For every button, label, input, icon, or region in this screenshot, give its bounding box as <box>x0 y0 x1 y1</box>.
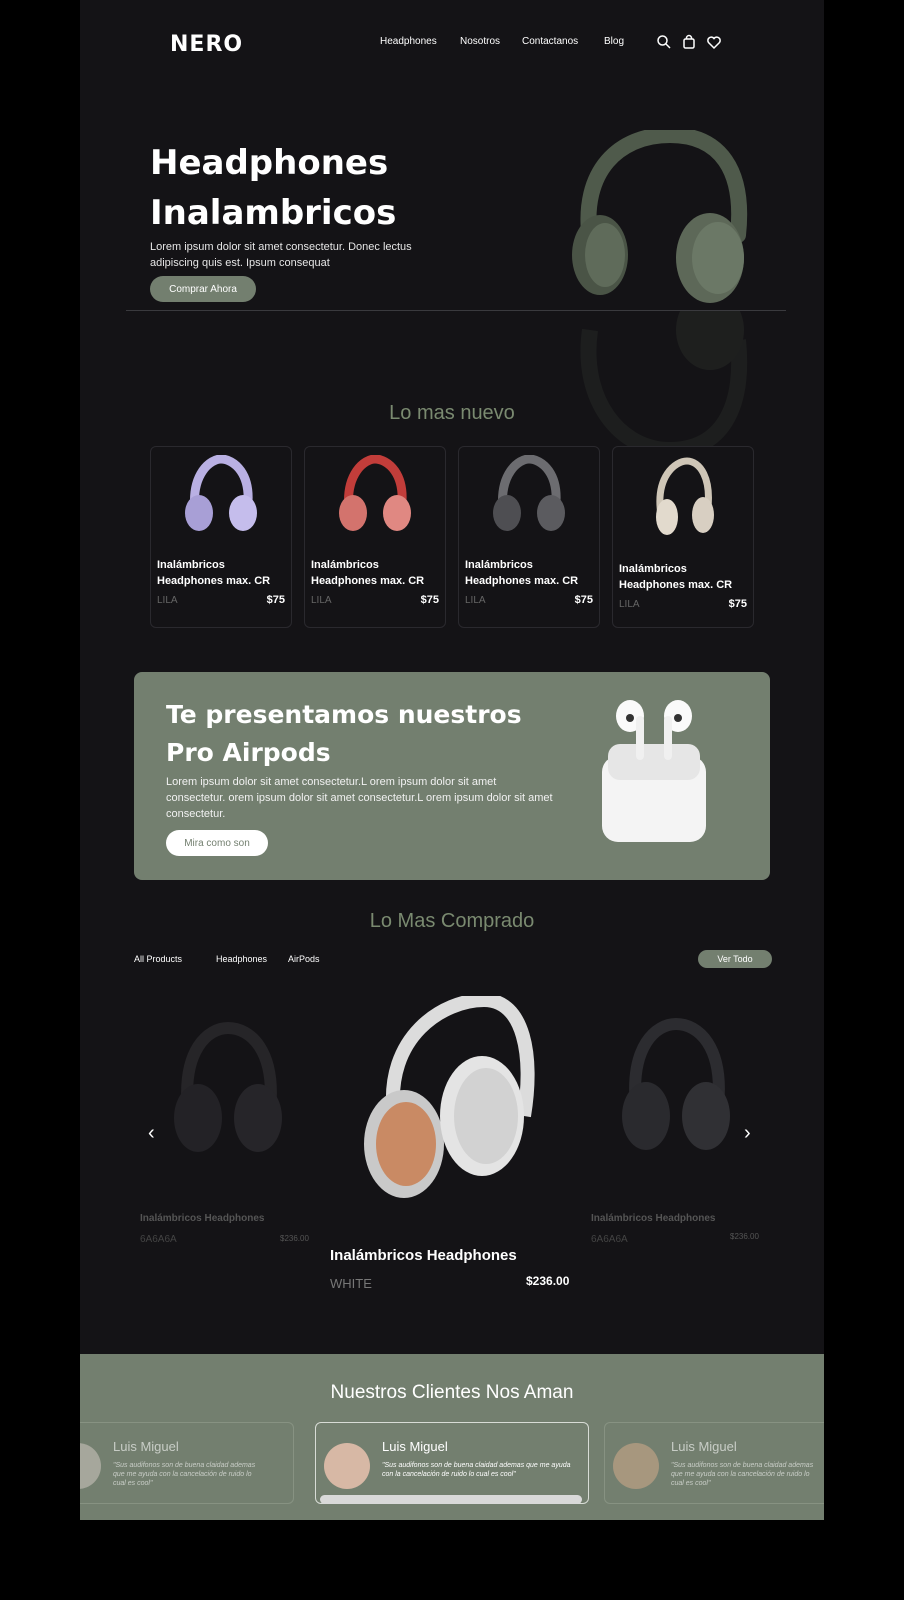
product-image <box>493 455 565 531</box>
hero-reflection <box>580 310 748 459</box>
hero-description: Lorem ipsum dolor sit amet consectetur. … <box>150 241 412 269</box>
testimonial-card-active[interactable]: Luis Miguel "Sus audifonos son de buena … <box>315 1422 589 1504</box>
carousel-item-center-image <box>364 996 535 1198</box>
carousel-item-left-price: $236.00 <box>280 1234 309 1243</box>
product-image <box>656 457 714 535</box>
product-color: LILA <box>311 595 332 606</box>
carousel-item-center-name: Inalámbricos Headphones <box>330 1247 517 1264</box>
carousel-item-center-price: $236.00 <box>526 1274 570 1288</box>
chevron-left-icon[interactable]: ‹ <box>148 1122 155 1145</box>
see-more-button[interactable]: Mira como son <box>166 830 268 856</box>
carousel-item-right-color: 6A6A6A <box>591 1234 628 1245</box>
buy-now-button[interactable]: Comprar Ahora <box>150 276 256 302</box>
heart-icon[interactable] <box>706 34 722 50</box>
nav-link-headphones[interactable]: Headphones <box>380 36 437 47</box>
product-price: $75 <box>728 598 747 610</box>
product-card[interactable]: Inalámbricos Headphones max. CR LILA $75 <box>612 446 754 628</box>
hero-title: Headphones Inalambricos <box>150 143 397 233</box>
carousel-item-left-color: 6A6A6A <box>140 1234 177 1245</box>
carousel-item-right-name: Inalámbricos Headphones <box>591 1213 716 1224</box>
product-price: $75 <box>266 594 285 606</box>
testimonial-card[interactable]: Luis Miguel "Sus audifonos son de buena … <box>604 1422 824 1504</box>
product-image <box>339 455 411 531</box>
promo-description: Lorem ipsum dolor sit amet consectetur.L… <box>166 776 553 820</box>
testimonial-card[interactable]: Luis Miguel "Sus audifonos son de buena … <box>80 1422 294 1504</box>
shopping-bag-icon[interactable] <box>681 34 697 50</box>
testimonial-progress-bar <box>320 1495 582 1504</box>
testimonial-name: Luis Miguel <box>113 1439 179 1454</box>
product-name: Inalámbricos Headphones max. CR <box>619 563 733 591</box>
testimonial-quote: "Sus audifonos son de buena claidad adem… <box>671 1462 814 1487</box>
product-price: $75 <box>420 594 439 606</box>
product-color: LILA <box>465 595 486 606</box>
hero-headphones-image <box>572 130 748 303</box>
product-color: LILA <box>157 595 178 606</box>
testimonial-name: Luis Miguel <box>382 1439 448 1454</box>
landing-page: NERO Headphones Nosotros Contactanos Blo… <box>80 0 824 1520</box>
promo-title: Te presentamos nuestros Pro Airpods <box>166 700 522 767</box>
avatar <box>613 1443 659 1489</box>
testimonial-quote: "Sus audifonos son de buena claidad adem… <box>382 1462 571 1478</box>
carousel-item-left-name: Inalámbricos Headphones <box>140 1213 265 1224</box>
tab-airpods[interactable]: AirPods <box>288 954 320 964</box>
product-name: Inalámbricos Headphones max. CR <box>465 559 579 587</box>
carousel-item-right-price: $236.00 <box>730 1232 759 1241</box>
section-title-best-sellers: Lo Mas Comprado <box>369 910 535 932</box>
carousel-item-left-image <box>174 1021 282 1152</box>
product-color: LILA <box>619 599 640 610</box>
testimonial-quote: "Sus audifonos son de buena claidad adem… <box>113 1462 256 1487</box>
testimonial-name: Luis Miguel <box>671 1439 737 1454</box>
hero-divider <box>126 310 786 311</box>
search-icon[interactable] <box>656 34 672 50</box>
product-card[interactable]: Inalámbricos Headphones max. CR LILA $75 <box>304 446 446 628</box>
avatar <box>80 1443 101 1489</box>
nav-link-blog[interactable]: Blog <box>604 36 624 47</box>
carousel-item-center-color: WHITE <box>330 1276 372 1291</box>
carousel-item-right-image <box>622 1017 730 1150</box>
section-title-newest: Lo mas nuevo <box>389 402 515 424</box>
tab-all-products[interactable]: All Products <box>134 954 182 964</box>
nav-link-nosotros[interactable]: Nosotros <box>460 36 500 47</box>
airpods-promo-banner: Te presentamos nuestros Pro Airpods Lore… <box>134 672 770 880</box>
product-image <box>185 455 257 531</box>
product-price: $75 <box>574 594 593 606</box>
product-name: Inalámbricos Headphones max. CR <box>157 559 271 587</box>
brand-logo[interactable]: NERO <box>170 32 243 57</box>
product-card[interactable]: Inalámbricos Headphones max. CR LILA $75 <box>458 446 600 628</box>
testimonials-section: Nuestros Clientes Nos Aman Luis Miguel "… <box>80 1354 824 1520</box>
tab-headphones[interactable]: Headphones <box>216 954 267 964</box>
product-name: Inalámbricos Headphones max. CR <box>311 559 425 587</box>
airpods-image <box>602 700 706 842</box>
testimonials-title: Nuestros Clientes Nos Aman <box>330 1382 574 1403</box>
product-card[interactable]: Inalámbricos Headphones max. CR LILA $75 <box>150 446 292 628</box>
see-all-button[interactable]: Ver Todo <box>698 950 772 968</box>
nav-link-contactanos[interactable]: Contactanos <box>522 36 578 47</box>
chevron-right-icon[interactable]: › <box>744 1122 751 1145</box>
avatar <box>324 1443 370 1489</box>
